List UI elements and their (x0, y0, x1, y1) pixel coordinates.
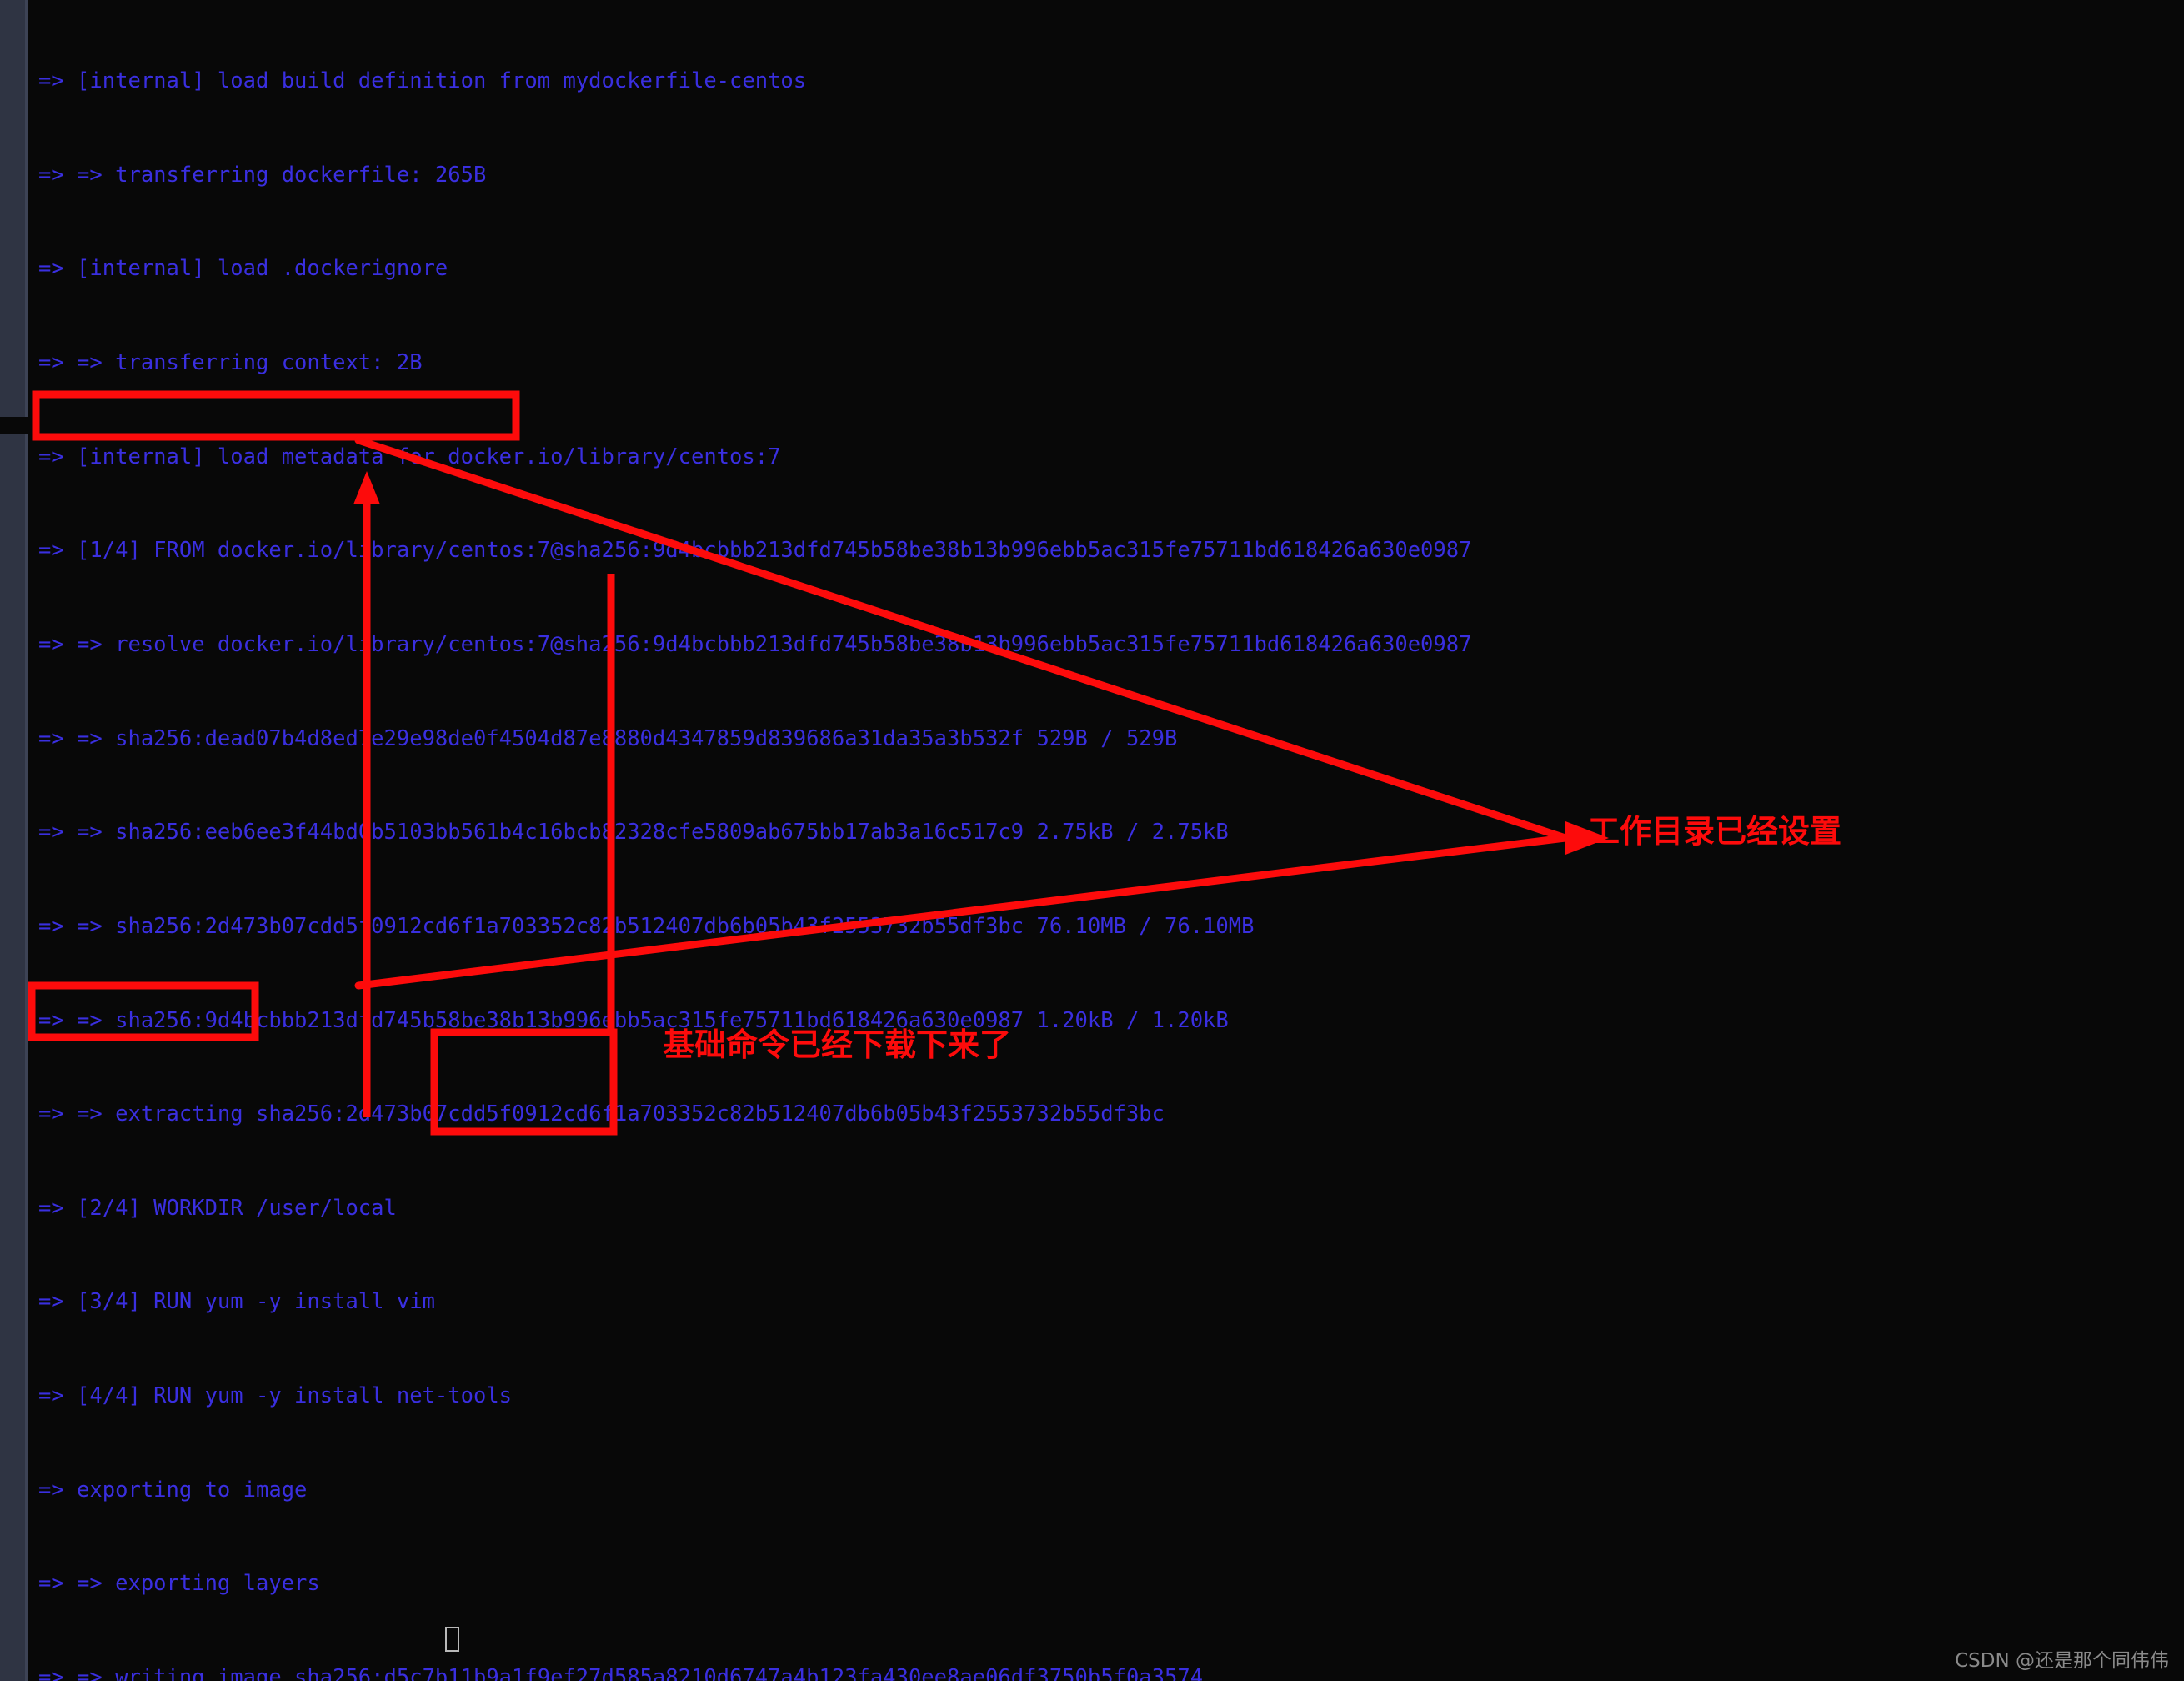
build-line: => => transferring context: 2B (38, 350, 423, 376)
build-line: => [4/4] RUN yum -y install net-tools (38, 1383, 513, 1409)
build-line: => [3/4] RUN yum -y install vim (38, 1289, 435, 1315)
build-line-workdir: => [2/4] WORKDIR /user/local (38, 1195, 397, 1221)
build-line: => [internal] load metadata for docker.i… (38, 444, 781, 469)
build-line: => [internal] load .dockerignore (38, 256, 448, 282)
build-line: => => sha256:9d4bcbbb213dfd745b58be38b13… (38, 1007, 1229, 1033)
build-line: => => resolve docker.io/library/centos:7… (38, 631, 1472, 657)
build-line: => [internal] load build definition from… (38, 68, 807, 94)
watermark: CSDN @还是那个同伟伟 (1955, 1650, 2169, 1672)
build-line: => => transferring dockerfile: 265B (38, 162, 487, 188)
window-edge-strip-top (0, 0, 25, 417)
build-line: => => sha256:dead07b4d8ed7e29e98de0f4504… (38, 725, 1178, 751)
build-line: => => exporting layers (38, 1571, 320, 1597)
build-line: => => writing image sha256:d5c7b11b9a1f9… (38, 1664, 1204, 1681)
window-edge-line-top (25, 0, 28, 417)
window-edge-strip-bottom (0, 434, 25, 1681)
annotation-command-label: 基础命令已经下载下来了 (663, 1026, 1012, 1063)
annotation-workdir-label: 工作目录已经设置 (1588, 813, 1842, 850)
build-line: => => sha256:2d473b07cdd5f0912cd6f1a7033… (38, 913, 1255, 939)
terminal-screenshot: => [internal] load build definition from… (0, 0, 2184, 1681)
build-line: => => extracting sha256:2d473b07cdd5f091… (38, 1101, 1165, 1127)
build-line: => [1/4] FROM docker.io/library/centos:7… (38, 538, 1472, 564)
window-edge-line-bottom (25, 434, 28, 1681)
build-line: => exporting to image (38, 1477, 308, 1503)
terminal-cursor (445, 1627, 459, 1652)
